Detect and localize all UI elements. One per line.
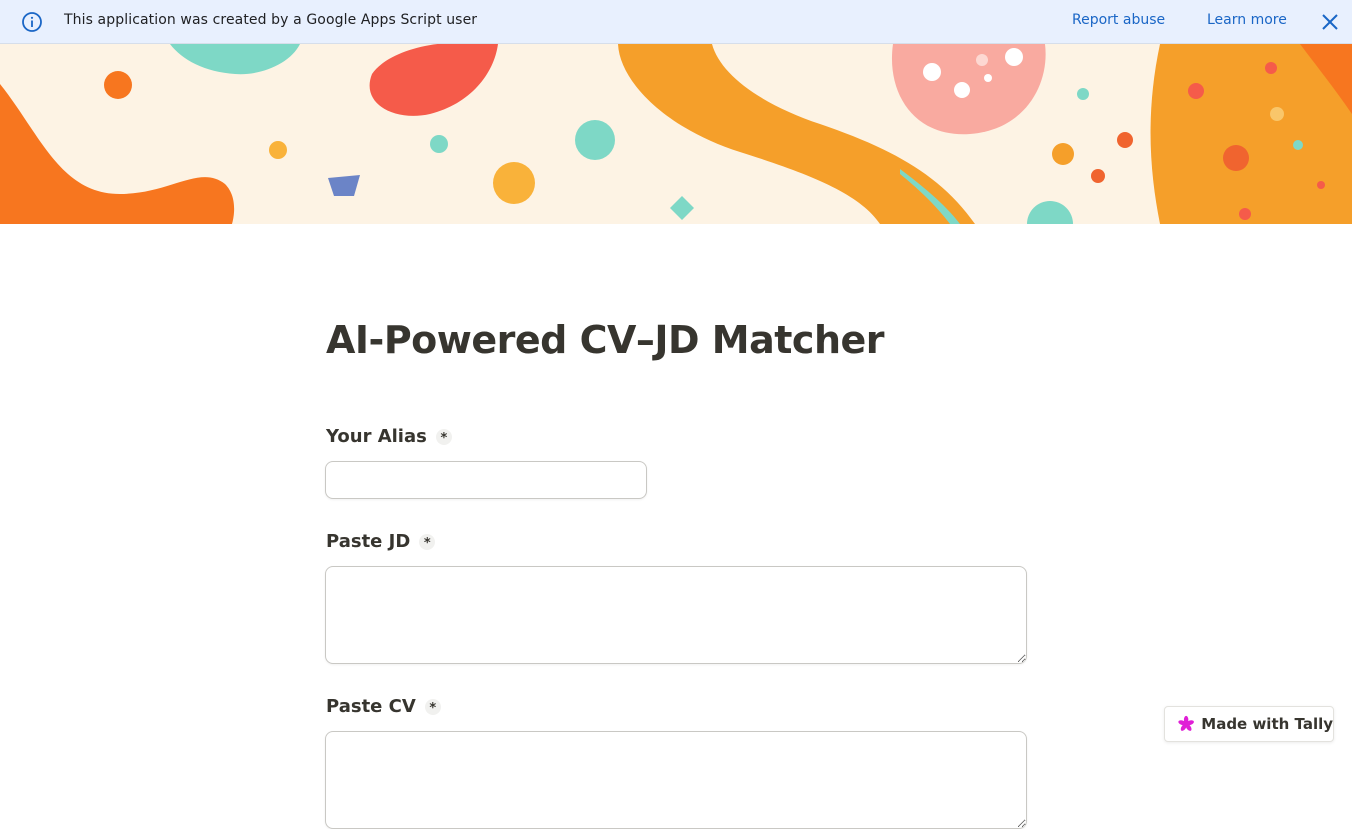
- alias-label-text: Your Alias: [326, 426, 427, 447]
- alias-question-label: Your Alias *: [326, 426, 452, 447]
- cover-illustration: [0, 44, 1352, 224]
- required-marker: *: [424, 698, 441, 716]
- jd-label-text: Paste JD: [326, 531, 411, 552]
- alias-input[interactable]: [325, 461, 647, 499]
- form-title: AI-Powered CV–JD Matcher: [326, 318, 885, 362]
- cv-label-text: Paste CV: [326, 696, 416, 717]
- apps-script-banner: This application was created by a Google…: [0, 0, 1352, 44]
- learn-more-link[interactable]: Learn more: [1207, 12, 1287, 28]
- tally-asterisk-icon: [1178, 715, 1194, 731]
- info-icon: [22, 12, 42, 32]
- tally-badge-label: Made with Tally: [1201, 715, 1333, 733]
- banner-message: This application was created by a Google…: [64, 12, 478, 28]
- report-abuse-link[interactable]: Report abuse: [1072, 12, 1165, 28]
- made-with-tally-badge[interactable]: Made with Tally: [1164, 706, 1334, 742]
- cv-question-label: Paste CV *: [326, 696, 441, 717]
- cv-textarea[interactable]: [325, 731, 1027, 829]
- close-icon[interactable]: [1320, 12, 1340, 32]
- required-marker: *: [419, 533, 436, 551]
- required-marker: *: [435, 428, 452, 446]
- jd-question-label: Paste JD *: [326, 531, 436, 552]
- jd-textarea[interactable]: [325, 566, 1027, 664]
- cover-image: [0, 44, 1352, 224]
